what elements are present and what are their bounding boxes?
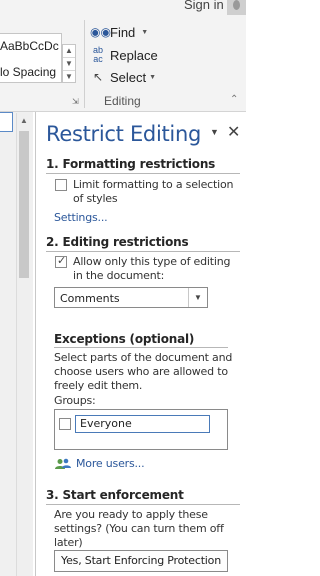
exceptions-text-line3: freely edit them.	[54, 379, 143, 392]
chevron-down-icon: ▼	[141, 28, 149, 36]
scroll-thumb[interactable]	[19, 131, 29, 278]
start-enforcement-heading: 3. Start enforcement	[46, 488, 184, 502]
settings-link[interactable]: Settings...	[54, 211, 108, 224]
exceptions-heading: Exceptions (optional)	[54, 332, 195, 346]
replace-button[interactable]: ab ac Replace	[90, 45, 158, 65]
limit-formatting-checkbox[interactable]	[55, 179, 67, 191]
more-users-link[interactable]: More users...	[76, 457, 145, 470]
avatar[interactable]	[227, 0, 246, 15]
users-icon	[55, 458, 71, 469]
editing-restrictions-heading: 2. Editing restrictions	[46, 235, 189, 249]
dialog-launcher-icon[interactable]: ⇲	[72, 97, 79, 106]
sign-in-link[interactable]: Sign in	[184, 0, 224, 12]
section-divider	[54, 347, 228, 348]
scroll-up-icon[interactable]: ▲	[17, 116, 31, 125]
editing-type-dropdown[interactable]: Comments ▼	[54, 287, 208, 308]
enforcement-text-line1: Are you ready to apply these	[54, 508, 208, 521]
gallery-scroll-down-icon[interactable]: ▼	[63, 58, 75, 71]
ruler-marker	[0, 112, 13, 132]
styles-gallery[interactable]: AaBbCcDc lo Spacing	[0, 33, 62, 83]
replace-label: Replace	[110, 47, 158, 63]
formatting-restrictions-heading: 1. Formatting restrictions	[46, 157, 216, 171]
section-divider	[46, 251, 240, 252]
find-button[interactable]: ◉◉ Find ▼	[90, 22, 148, 42]
exceptions-text-line1: Select parts of the document and	[54, 351, 233, 364]
select-button[interactable]: ↖ Select ▼	[90, 67, 156, 87]
collapse-ribbon-icon[interactable]: ⌃	[230, 94, 238, 105]
binoculars-icon: ◉◉	[90, 25, 111, 39]
editing-group-label: Editing	[104, 94, 141, 108]
allow-editing-label-line1: Allow only this type of editing	[73, 255, 231, 268]
groups-label: Groups:	[54, 394, 96, 407]
gallery-scroll-up-icon[interactable]: ▲	[63, 45, 75, 58]
start-enforcing-button[interactable]: Yes, Start Enforcing Protection	[54, 550, 228, 572]
chevron-down-icon[interactable]: ▼	[188, 288, 207, 307]
section-divider	[46, 173, 240, 174]
enforcement-text-line2: settings? (You can turn them off	[54, 522, 224, 535]
everyone-label[interactable]: Everyone	[75, 415, 210, 433]
vertical-scrollbar[interactable]: ▲	[16, 113, 30, 576]
gallery-more-icon[interactable]: ▼	[63, 71, 75, 84]
limit-formatting-label-line2: of styles	[73, 192, 118, 205]
section-divider	[46, 504, 240, 505]
groups-list: Everyone	[54, 409, 228, 450]
allow-editing-checkbox[interactable]	[55, 254, 67, 268]
editing-type-value: Comments	[60, 292, 120, 305]
enforcement-text-line3: later)	[54, 536, 83, 549]
find-label: Find	[110, 24, 136, 40]
allow-editing-label-line2: in the document:	[73, 269, 165, 282]
replace-icon: ab ac	[92, 45, 103, 64]
limit-formatting-label-line1: Limit formatting to a selection	[73, 178, 234, 191]
pane-title: Restrict Editing	[46, 122, 202, 146]
cursor-icon: ↖	[92, 70, 104, 84]
exceptions-text-line2: choose users who are allowed to	[54, 365, 228, 378]
chevron-down-icon: ▼	[149, 73, 157, 81]
everyone-checkbox[interactable]	[59, 418, 71, 430]
style-preview-normal[interactable]: AaBbCcDc	[0, 39, 59, 53]
pane-options-icon[interactable]: ▼	[210, 127, 219, 137]
style-preview-no-spacing[interactable]: lo Spacing	[0, 65, 56, 79]
styles-gallery-scroll: ▲ ▼ ▼	[62, 44, 76, 83]
ribbon: Sign in AaBbCcDc lo Spacing ▲ ▼ ▼ ⇲ ◉◉ F…	[0, 0, 246, 112]
restrict-editing-pane: Restrict Editing ▼ ✕ 1. Formatting restr…	[35, 112, 246, 576]
select-label: Select	[110, 69, 147, 85]
group-divider	[84, 20, 85, 108]
close-icon[interactable]: ✕	[227, 122, 240, 142]
